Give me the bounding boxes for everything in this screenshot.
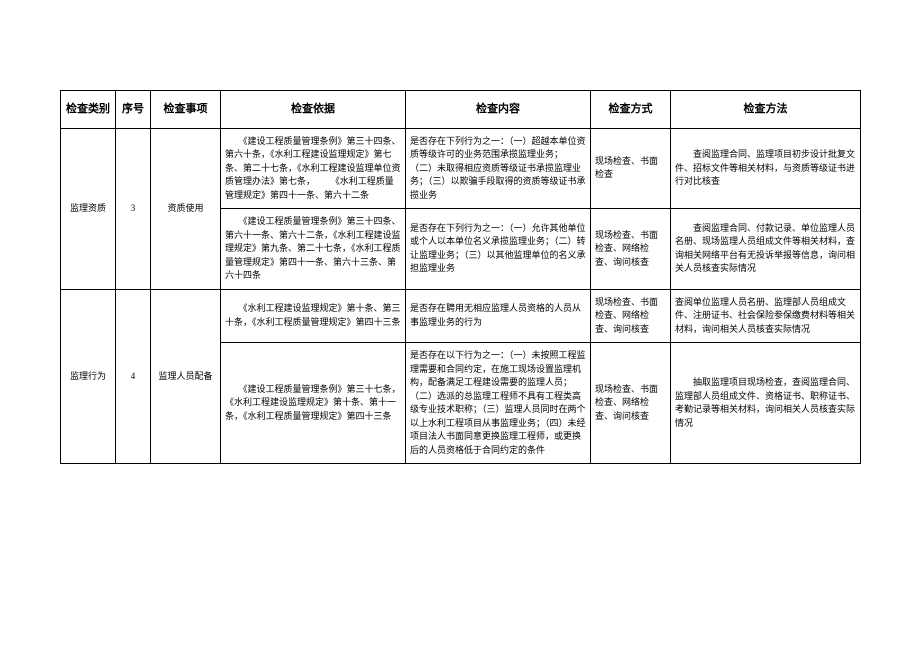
table-row: 监理行为 4 监理人员配备 《水利工程建设监理规定》第十条、第三十条，《水利工程…: [61, 289, 861, 343]
cell-basis: 《建设工程质量管理条例》第三十七条，《水利工程建设监理规定》第十条、第十一条，《…: [221, 343, 406, 464]
header-mode: 检查方式: [591, 91, 671, 129]
cell-mode: 现场检查、书面检查、网络检查、询问核查: [591, 289, 671, 343]
cell-mode: 现场检查、书面检查: [591, 128, 671, 209]
cell-method: 查阅监理合同、监理项目初步设计批复文件、招标文件等相关材料，与资质等级证书进行对…: [671, 128, 861, 209]
cell-mode: 现场检查、书面检查、网络检查、询问核查: [591, 209, 671, 290]
header-content: 检查内容: [406, 91, 591, 129]
header-item: 检查事项: [151, 91, 221, 129]
cell-basis: 《建设工程质量管理条例》第三十四条、第六十一条、第六十二条，《水利工程建设监理规…: [221, 209, 406, 290]
cell-content: 是否存在聘用无相应监理人员资格的人员从事监理业务的行为: [406, 289, 591, 343]
cell-method: 查阅监理合同、付款记录、单位监理人员名册、现场监理人员组成文件等相关材料，查询相…: [671, 209, 861, 290]
cell-method: 抽取监理项目现场检查，查阅监理合同、监理部人员组成文件、资格证书、职称证书、考勤…: [671, 343, 861, 464]
cell-content: 是否存在下列行为之一：（一）允许其他单位或个人以本单位名义承揽监理业务；（二）转…: [406, 209, 591, 290]
header-category: 检查类别: [61, 91, 116, 129]
cell-basis: 《建设工程质量管理条例》第三十四条、第六十条，《水利工程建设监理规定》第七条、第…: [221, 128, 406, 209]
header-row: 检查类别 序号 检查事项 检查依据 检查内容 检查方式 检查方法: [61, 91, 861, 129]
cell-seq: 3: [116, 128, 151, 289]
cell-basis: 《水利工程建设监理规定》第十条、第三十条，《水利工程质量管理规定》第四十三条: [221, 289, 406, 343]
inspection-table: 检查类别 序号 检查事项 检查依据 检查内容 检查方式 检查方法 监理资质 3 …: [60, 90, 861, 464]
cell-method: 查阅单位监理人员名册、监理部人员组成文件、注册证书、社会保险参保缴费材料等相关材…: [671, 289, 861, 343]
cell-content: 是否存在下列行为之一：（一）超越本单位资质等级许可的业务范围承揽监理业务； （二…: [406, 128, 591, 209]
cell-mode: 现场检查、书面检查、网络检查、询问核查: [591, 343, 671, 464]
cell-category: 监理行为: [61, 289, 116, 464]
header-basis: 检查依据: [221, 91, 406, 129]
cell-item: 监理人员配备: [151, 289, 221, 464]
header-seq: 序号: [116, 91, 151, 129]
cell-item: 资质使用: [151, 128, 221, 289]
cell-seq: 4: [116, 289, 151, 464]
cell-content: 是否存在以下行为之一：（一）未按照工程监理需要和合同约定，在施工现场设置监理机构…: [406, 343, 591, 464]
cell-category: 监理资质: [61, 128, 116, 289]
header-method: 检查方法: [671, 91, 861, 129]
table-row: 监理资质 3 资质使用 《建设工程质量管理条例》第三十四条、第六十条，《水利工程…: [61, 128, 861, 209]
